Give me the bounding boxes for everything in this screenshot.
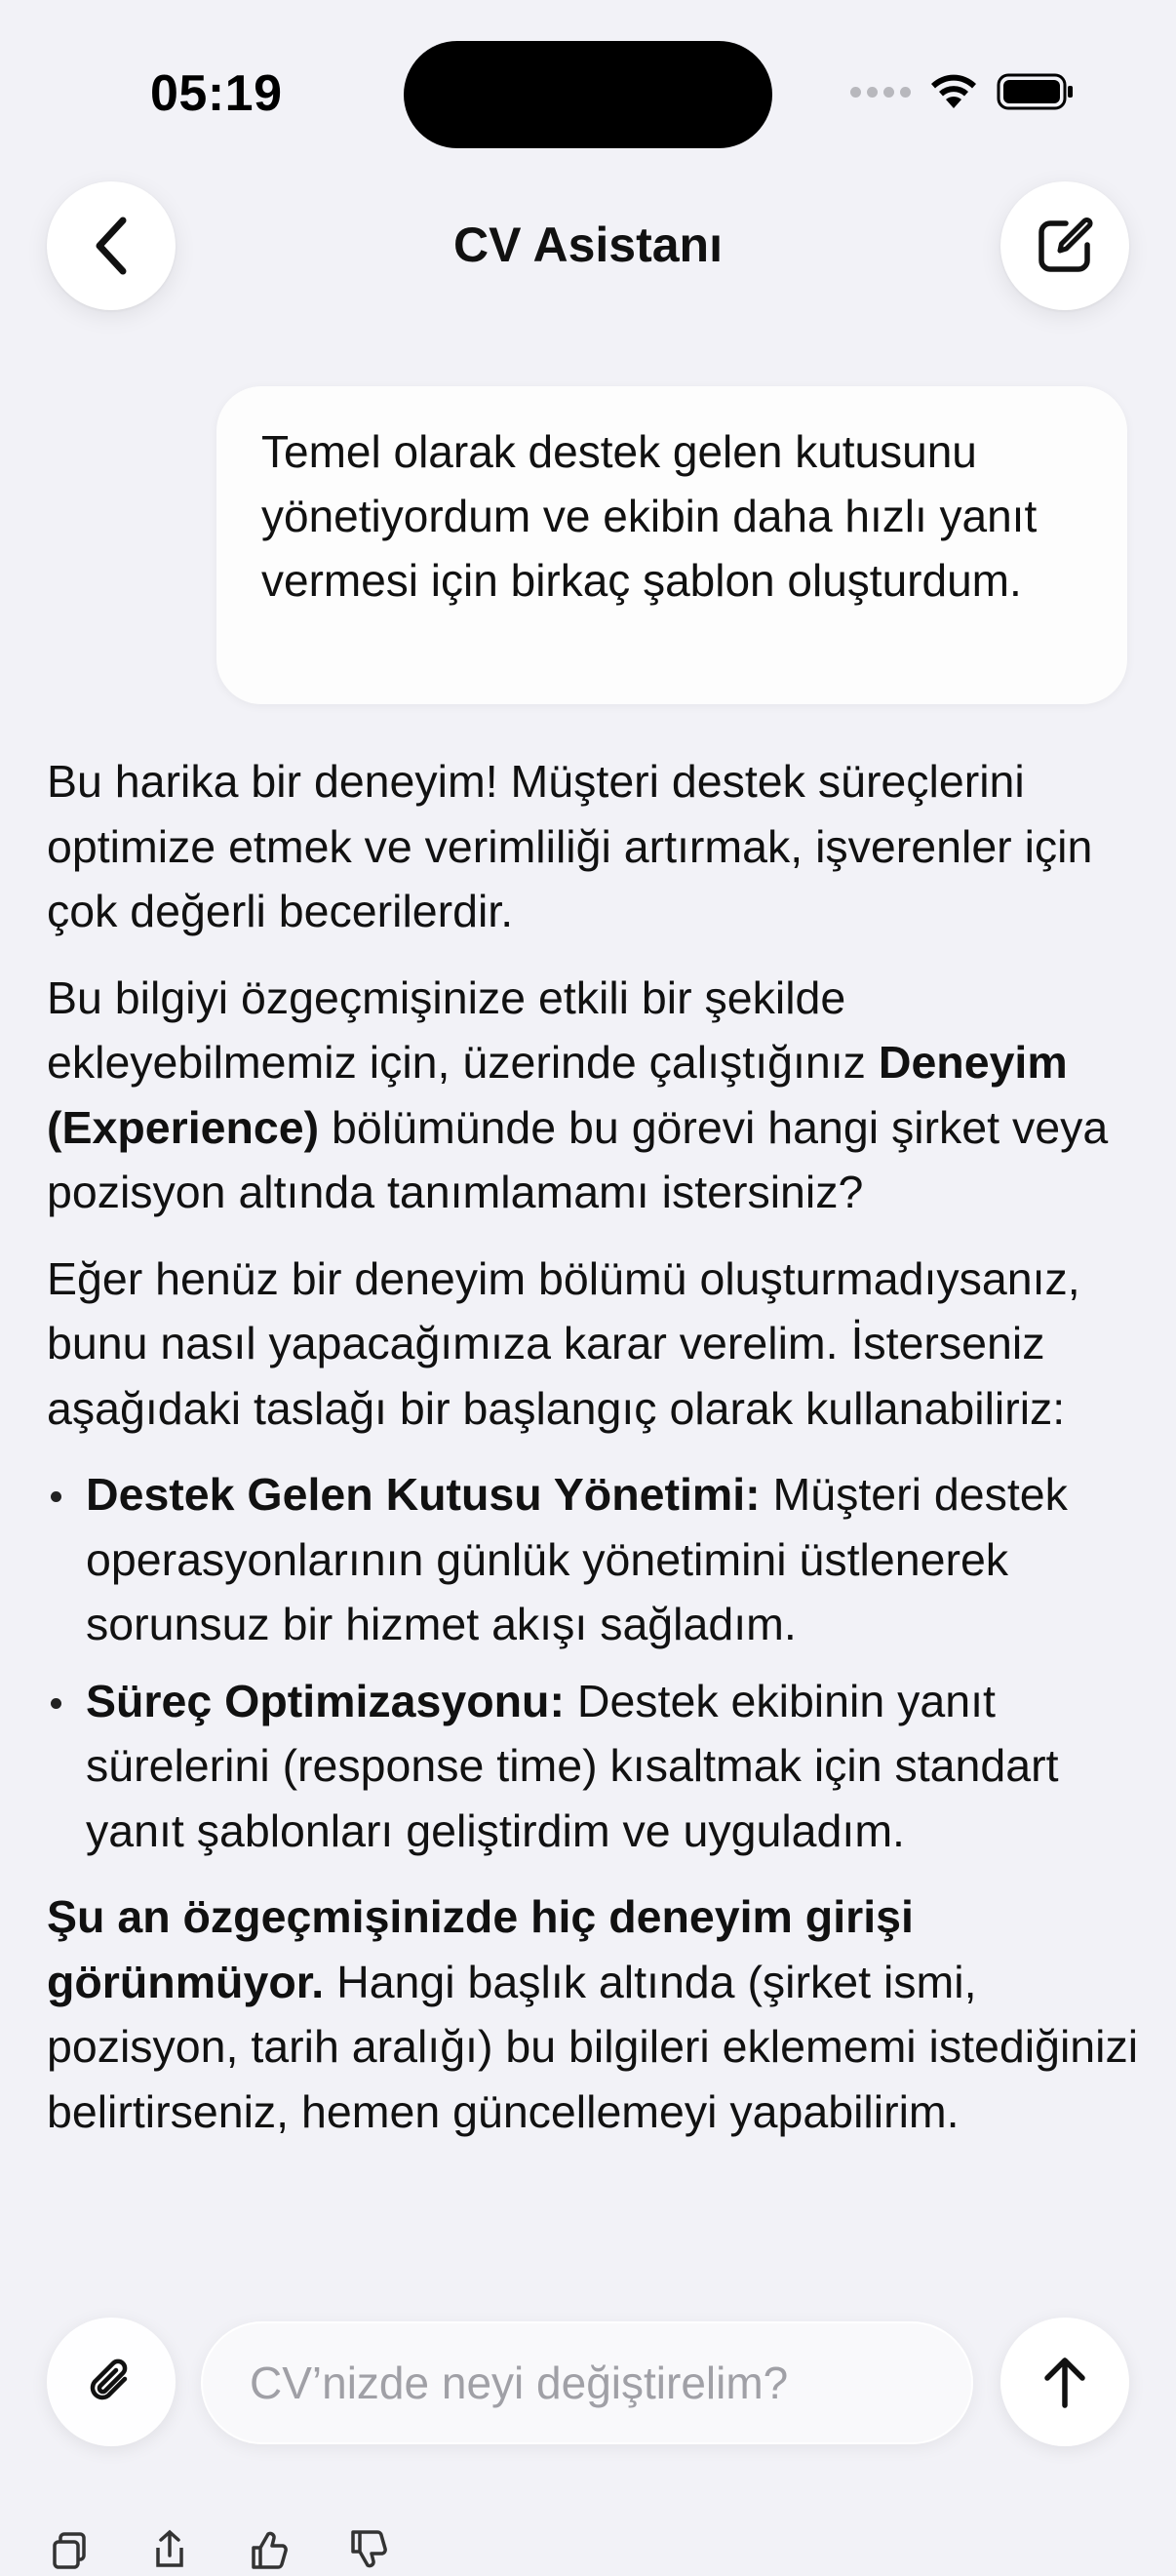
list-item-title: Destek Gelen Kutusu Yönetimi: <box>86 1469 761 1520</box>
assistant-paragraph: Bu harika bir deneyim! Müşteri destek sü… <box>47 756 1093 936</box>
message-actions <box>49 2528 390 2571</box>
assistant-paragraph: Şu an özgeçmişinizde hiç deneyim girişi … <box>47 1884 1139 2144</box>
copy-icon[interactable] <box>49 2528 92 2571</box>
user-message-bubble: Temel olarak destek gelen kutusunu yönet… <box>216 386 1127 704</box>
message-input-container[interactable] <box>201 2321 973 2444</box>
wifi-icon <box>931 74 976 108</box>
status-icons <box>850 72 1075 111</box>
assistant-paragraph: Bu bilgiyi özgeçmişinize etkili bir şeki… <box>47 966 1139 1225</box>
send-button[interactable] <box>1000 2318 1129 2446</box>
compose-icon <box>1039 218 1093 272</box>
list-item: Destek Gelen Kutusu Yönetimi: Müşteri de… <box>47 1462 1139 1657</box>
paragraph-text: Bu bilgiyi özgeçmişinize etkili bir şeki… <box>47 971 879 1089</box>
paperclip-icon <box>90 2358 128 2400</box>
list-item: Süreç Optimizasyonu: Destek ekibinin yan… <box>47 1669 1139 1864</box>
arrow-up-icon <box>1044 2358 1085 2408</box>
assistant-message: Bu harika bir deneyim! Müşteri destek sü… <box>47 749 1139 2165</box>
attach-button[interactable] <box>47 2318 176 2446</box>
battery-icon <box>997 73 1073 110</box>
thumbs-up-icon[interactable] <box>248 2528 291 2571</box>
new-chat-button[interactable] <box>1000 181 1129 310</box>
status-time: 05:19 <box>150 65 283 122</box>
cellular-signal-icon <box>850 86 911 98</box>
message-input[interactable] <box>248 2356 934 2410</box>
share-icon[interactable] <box>148 2528 191 2571</box>
assistant-paragraph: Eğer henüz bir deneyim bölümü oluşturmad… <box>47 1252 1080 1434</box>
suggestion-list: Destek Gelen Kutusu Yönetimi: Müşteri de… <box>47 1462 1139 1863</box>
dynamic-island <box>404 41 772 148</box>
thumbs-down-icon[interactable] <box>347 2528 390 2571</box>
list-item-title: Süreç Optimizasyonu: <box>86 1675 565 1726</box>
